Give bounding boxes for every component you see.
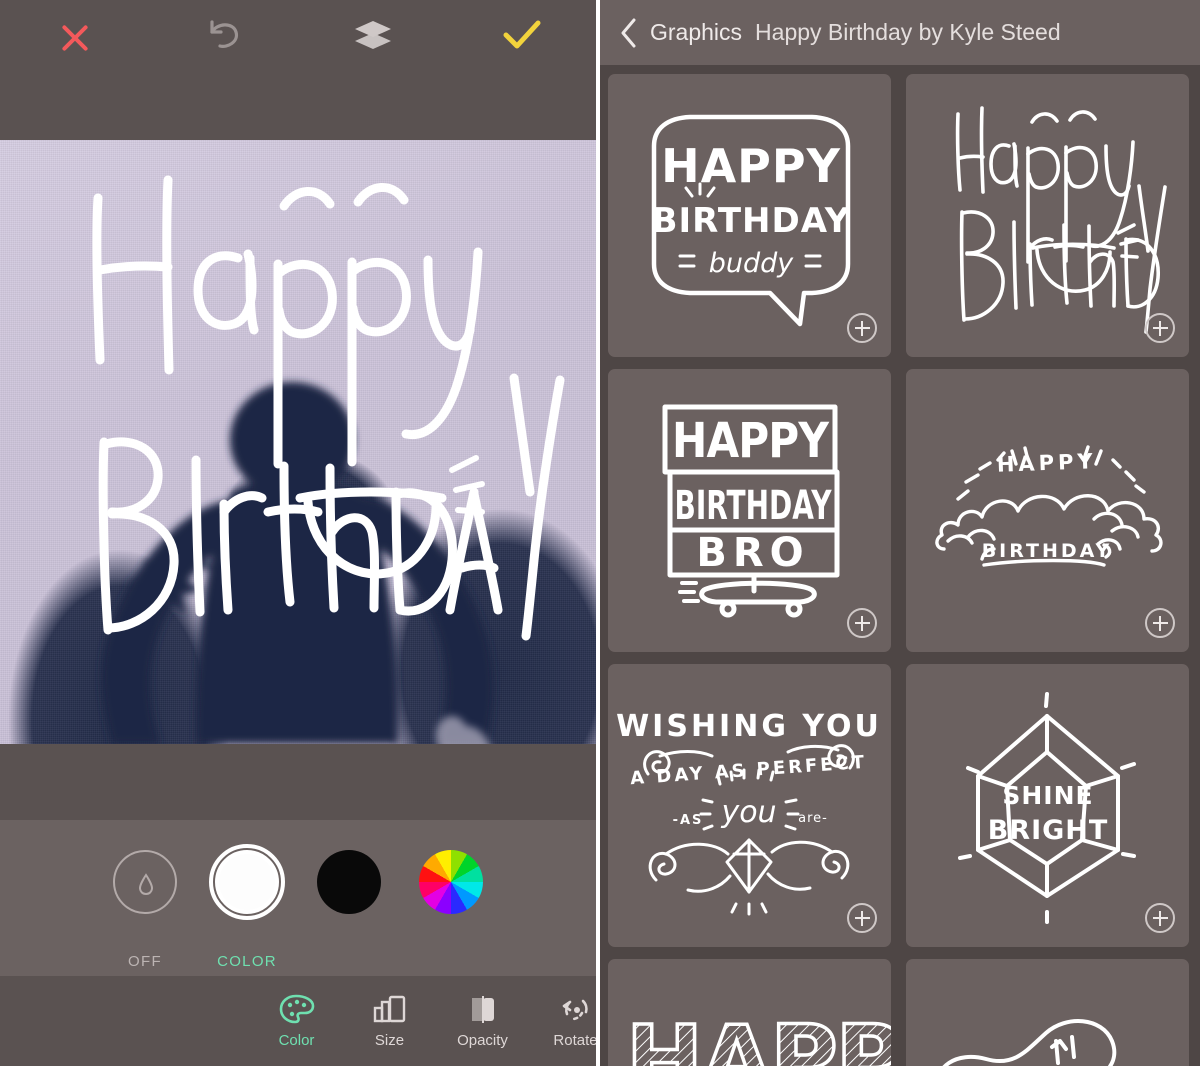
graphic-tile-1[interactable]: HAPPY BIRTHDAY buddy	[608, 74, 891, 357]
svg-text:HAPPY: HAPPY	[626, 1006, 891, 1066]
tool-tab-color[interactable]: Color	[250, 993, 343, 1049]
svg-text:HAPPY: HAPPY	[996, 449, 1097, 476]
color-swatch-labels: OFF COLOR	[0, 953, 596, 970]
svg-text:-AS: -AS	[673, 813, 704, 828]
swatch-color-wheel[interactable]	[419, 850, 483, 914]
editor-top-bar	[0, 0, 596, 140]
tool-label-color: Color	[278, 1032, 315, 1049]
graphic-art-ribbon-banner	[942, 1019, 1117, 1066]
add-graphic-button[interactable]	[847, 903, 877, 933]
add-graphic-button[interactable]	[847, 608, 877, 638]
checkmark-icon	[502, 19, 542, 58]
size-icon	[372, 993, 408, 1025]
graphic-tile-5[interactable]: WISHING YOU A DAY AS PERFECT you -AS are…	[608, 664, 891, 947]
close-button[interactable]	[0, 14, 149, 62]
add-graphic-button[interactable]	[1145, 313, 1175, 343]
color-swatch-row	[0, 844, 596, 920]
tool-label-opacity: Opacity	[457, 1032, 508, 1049]
swatch-white[interactable]	[209, 844, 285, 920]
svg-text:BIRTHDAY: BIRTHDAY	[982, 540, 1113, 562]
chevron-left-icon[interactable]	[618, 17, 640, 49]
graphic-art-striped-3d: HAPPY	[624, 1004, 891, 1066]
graphics-grid: HAPPY BIRTHDAY buddy HAPPY BIRTHDAY BRO …	[600, 65, 1200, 1066]
swatch-black[interactable]	[317, 850, 381, 914]
svg-text:HAPPY: HAPPY	[661, 139, 841, 193]
tool-label-size: Size	[374, 1032, 405, 1049]
rotate-icon	[558, 993, 594, 1025]
swatch-label-color: COLOR	[217, 953, 277, 970]
svg-text:BRO: BRO	[696, 530, 809, 576]
graphics-header: Graphics Happy Birthday by Kyle Steed	[600, 0, 1200, 65]
graphic-tile-2[interactable]	[906, 74, 1189, 357]
canvas-bottom-spacer	[0, 744, 596, 820]
tool-tab-opacity[interactable]: Opacity	[436, 993, 529, 1049]
swatch-label-off: OFF	[128, 953, 162, 970]
add-graphic-button[interactable]	[1145, 608, 1175, 638]
graphic-art-thin-script	[955, 106, 1167, 334]
color-picker-panel: OFF COLOR	[0, 820, 596, 976]
svg-text:are-: are-	[798, 811, 828, 826]
graphic-art-gem-diamond: SHINE BRIGHT	[958, 692, 1136, 924]
svg-text:SHINE: SHINE	[1002, 781, 1093, 810]
layers-stack-icon	[351, 17, 395, 60]
svg-text:you: you	[720, 795, 776, 830]
tool-label-rotate: Rotate	[553, 1032, 596, 1049]
back-label[interactable]: Graphics	[650, 19, 742, 46]
svg-text:BIRTHDAY: BIRTHDAY	[675, 483, 833, 529]
editing-canvas[interactable]	[0, 140, 596, 744]
graphic-art-block-skateboard: HAPPY BIRTHDAY BRO	[662, 404, 840, 618]
graphic-art-flourish-ornament: WISHING YOU A DAY AS PERFECT you -AS are…	[616, 709, 882, 916]
graphic-art-clouds-sunburst: HAPPY BIRTHDAY	[935, 445, 1163, 567]
layers-button[interactable]	[298, 14, 447, 62]
graphic-tile-3[interactable]: HAPPY BIRTHDAY BRO	[608, 369, 891, 652]
graphic-tile-7[interactable]: HAPPY	[608, 959, 891, 1066]
palette-icon	[279, 993, 315, 1025]
svg-text:HAPPY: HAPPY	[672, 413, 830, 469]
graphics-browser-panel: Graphics Happy Birthday by Kyle Steed HA…	[600, 0, 1200, 1066]
svg-text:BRIGHT: BRIGHT	[988, 815, 1109, 846]
overlay-lettering[interactable]	[0, 140, 596, 744]
add-graphic-button[interactable]	[1145, 903, 1175, 933]
undo-arrow-icon	[203, 17, 245, 60]
undo-button[interactable]	[149, 14, 298, 62]
app-root: OFF COLOR Color Size Opacity Rotate Grap…	[0, 0, 1200, 1066]
svg-text:buddy: buddy	[709, 248, 795, 279]
close-x-icon	[58, 21, 92, 55]
confirm-button[interactable]	[447, 14, 596, 62]
graphics-title: Happy Birthday by Kyle Steed	[755, 19, 1061, 45]
opacity-icon	[465, 993, 501, 1025]
editor-tool-tabs: Color Size Opacity Rotate	[0, 976, 596, 1066]
photo-editor-panel: OFF COLOR Color Size Opacity Rotate	[0, 0, 596, 1066]
graphic-art-speech-bubble: HAPPY BIRTHDAY buddy	[652, 114, 851, 327]
eyedropper-drop-icon	[138, 872, 154, 895]
graphic-tile-8[interactable]	[906, 959, 1189, 1066]
tool-tab-rotate[interactable]: Rotate	[529, 993, 596, 1049]
svg-text:WISHING YOU: WISHING YOU	[616, 709, 882, 744]
graphic-tile-4[interactable]: HAPPY BIRTHDAY	[906, 369, 1189, 652]
add-graphic-button[interactable]	[847, 313, 877, 343]
svg-text:BIRTHDAY: BIRTHDAY	[652, 201, 851, 241]
tool-tab-size[interactable]: Size	[343, 993, 436, 1049]
swatch-eyedropper[interactable]	[113, 850, 177, 914]
graphic-tile-6[interactable]: SHINE BRIGHT	[906, 664, 1189, 947]
